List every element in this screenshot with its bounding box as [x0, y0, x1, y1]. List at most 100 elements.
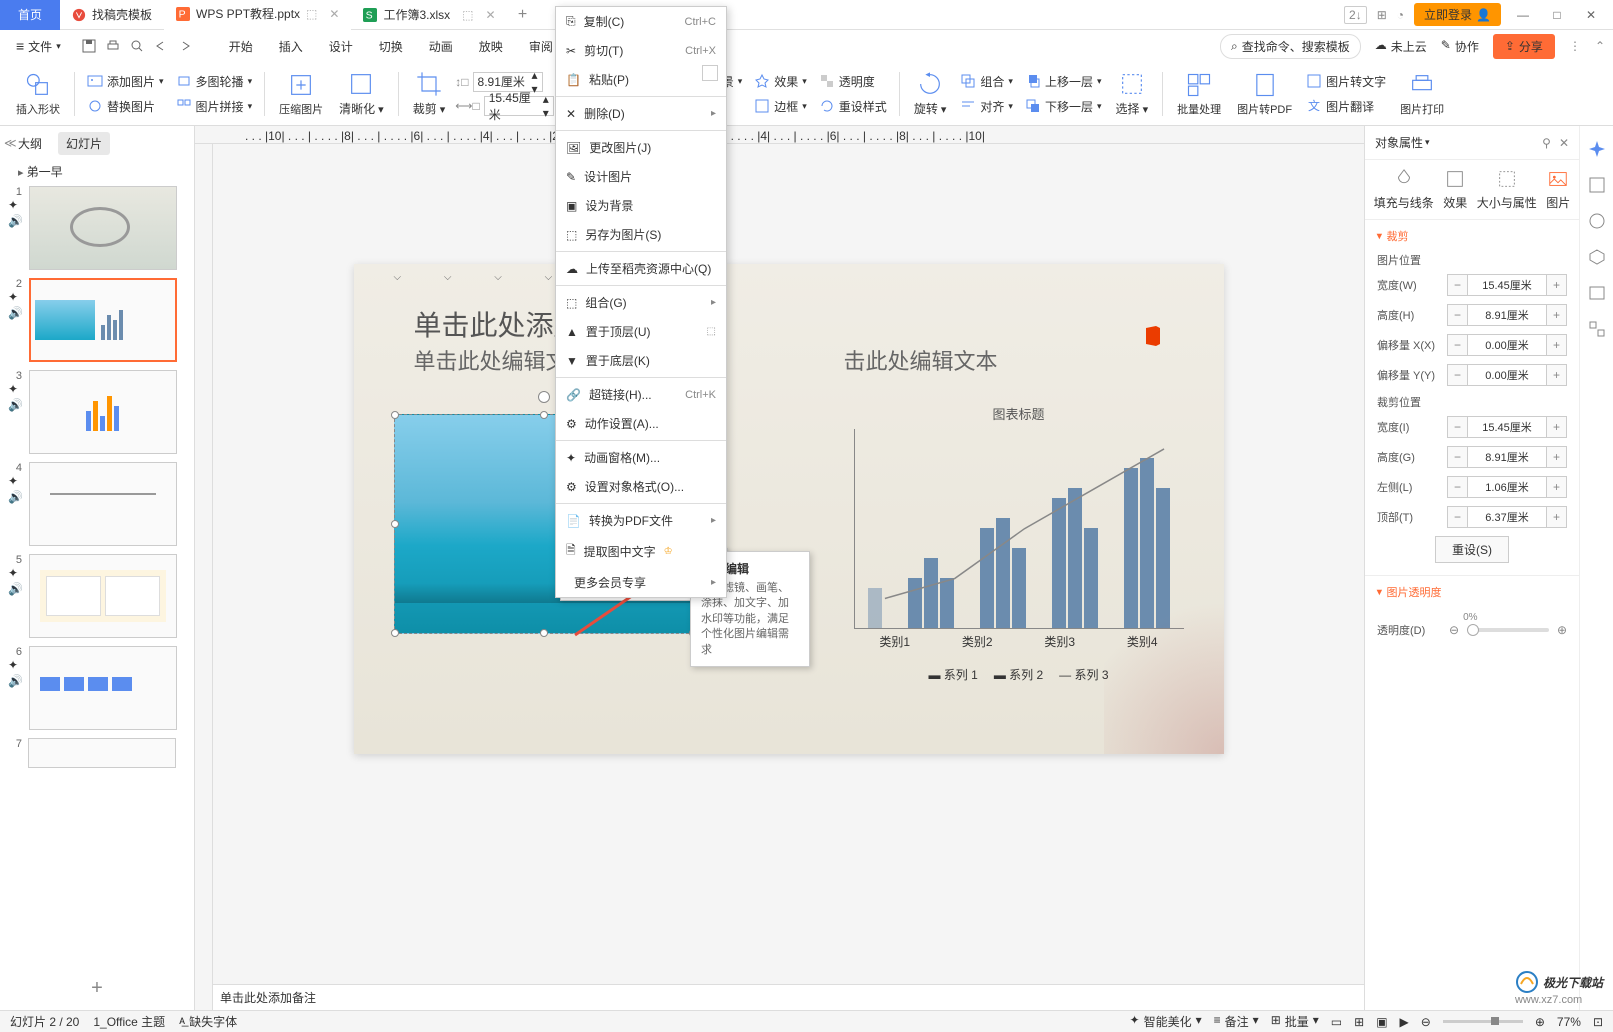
save-icon[interactable] [81, 38, 97, 54]
cm-copy[interactable]: ⎘复制(C)Ctrl+C [556, 7, 726, 36]
zoom-level[interactable]: 77% [1557, 1015, 1581, 1029]
rotation-handle[interactable] [538, 391, 550, 403]
close-icon[interactable]: ✕ [329, 7, 339, 21]
cloud-button[interactable]: ☁未上云 [1375, 38, 1427, 55]
grid-icon[interactable]: ⊞ [1377, 8, 1387, 22]
prop-tab-size[interactable]: 大小与属性 [1477, 168, 1537, 211]
close-button[interactable]: ✕ [1579, 8, 1603, 22]
collapse-panel-icon[interactable]: ≪ [4, 136, 17, 150]
batch-button[interactable]: ⊞ 批量 ▾ [1271, 1013, 1319, 1030]
cm-anim[interactable]: ✦动画窗格(M)... [556, 443, 726, 472]
slide-thumb-3[interactable]: 3✦🔊 [8, 370, 186, 454]
cm-design-pic[interactable]: ✎设计图片 [556, 162, 726, 191]
resize-handle-t[interactable] [540, 411, 548, 419]
skin-icon[interactable]: ◔ [1397, 8, 1404, 22]
collage-button[interactable]: 图片拼接▾ [172, 96, 257, 117]
share-button[interactable]: ⇪分享 [1493, 34, 1555, 59]
slide-thumb-7[interactable]: 7 [8, 738, 186, 768]
pin-icon[interactable]: ⚲ [1542, 136, 1551, 150]
cm-to-pdf[interactable]: 📄转换为PDF文件▸ [556, 506, 726, 535]
crop-group[interactable]: 裁剪 ▾ [407, 66, 452, 122]
up-layer-button[interactable]: 上移一层▾ [1021, 71, 1106, 92]
more-icon[interactable]: ⋮ [1569, 39, 1581, 53]
batch-group[interactable]: 批量处理 [1171, 66, 1227, 122]
zoom-out-icon[interactable]: ⊖ [1421, 1015, 1431, 1029]
cm-action[interactable]: ⚙动作设置(A)... [556, 409, 726, 438]
border-button[interactable]: 边框▾ [750, 96, 811, 117]
cm-send-back[interactable]: ▼置于底层(K) [556, 346, 726, 375]
view-reading-icon[interactable]: ▣ [1376, 1015, 1387, 1029]
slider-handle[interactable] [1467, 624, 1479, 636]
carousel-button[interactable]: 多图轮播▾ [172, 71, 257, 92]
width-input[interactable]: ⟷□15.45厘米▴▾ [455, 96, 553, 116]
file-menu[interactable]: ≡文件▾ [8, 34, 69, 59]
view-normal-icon[interactable]: ▭ [1331, 1015, 1342, 1029]
apps-icon[interactable]: 2↓ [1344, 6, 1367, 24]
cm-bring-front[interactable]: ▲置于顶层(U)⬚ [556, 317, 726, 346]
prop-tab-effect[interactable]: 效果 [1443, 168, 1467, 211]
view-sorter-icon[interactable]: ⊞ [1354, 1015, 1364, 1029]
top-input[interactable]: −6.37厘米+ [1447, 506, 1567, 528]
transparency-button[interactable]: 透明度 [815, 71, 891, 92]
notes-area[interactable]: ≡ 单击此处添加备注 [195, 984, 1364, 1010]
resize-handle-l[interactable] [391, 520, 399, 528]
cwidth-input[interactable]: −15.45厘米+ [1447, 416, 1567, 438]
minus-icon[interactable]: ⊖ [1449, 623, 1459, 637]
cm-more-vip[interactable]: 更多会员专享▸ [556, 568, 726, 597]
font-missing[interactable]: ᴀ̲缺失字体 [179, 1013, 237, 1030]
resize-handle-b[interactable] [540, 629, 548, 637]
crop-section-title[interactable]: 裁剪 [1377, 228, 1567, 244]
select-group[interactable]: 选择 ▾ [1110, 66, 1155, 122]
cheight-input[interactable]: −8.91厘米+ [1447, 446, 1567, 468]
preview-icon[interactable] [129, 38, 145, 54]
translate-button[interactable]: 文图片翻译 [1302, 96, 1390, 117]
add-slide-button[interactable]: + [0, 967, 194, 1010]
slide-thumb-2[interactable]: 2✦🔊 [8, 278, 186, 362]
undo-icon[interactable] [153, 38, 169, 54]
plus-icon[interactable]: ⊕ [1557, 623, 1567, 637]
format-icon[interactable] [1588, 176, 1606, 194]
prop-tab-fill[interactable]: 填充与线条 [1374, 168, 1434, 211]
down-layer-button[interactable]: 下移一层▾ [1021, 96, 1106, 117]
insert-shape-group[interactable]: 插入形状 [10, 66, 66, 122]
rotate-group[interactable]: 旋转 ▾ [908, 66, 953, 122]
template-icon[interactable] [1588, 284, 1606, 302]
slide-canvas[interactable]: ⌵ ⌵ ⌵ ⌵ 单击此处添加标题 单击此处编辑文本 击此处编辑文本 [354, 264, 1224, 754]
menu-tab-home[interactable]: 开始 [225, 32, 257, 61]
menu-tab-review[interactable]: 审阅 [525, 32, 557, 61]
replace-pic-button[interactable]: 替换图片 [83, 96, 168, 117]
tab-ppt[interactable]: P WPS PPT教程.pptx ⬚ ✕ [164, 0, 351, 30]
opacity-section-title[interactable]: 图片透明度 [1377, 584, 1567, 600]
view-slideshow-icon[interactable]: ▶ [1400, 1015, 1409, 1029]
compress-group[interactable]: 压缩图片 [273, 66, 329, 122]
effect-button[interactable]: 效果▾ [750, 71, 811, 92]
cm-hyperlink[interactable]: 🔗超链接(H)...Ctrl+K [556, 380, 726, 409]
left-input[interactable]: −1.06厘米+ [1447, 476, 1567, 498]
notes-button[interactable]: ≡ 备注 ▾ [1214, 1013, 1259, 1030]
combine-button[interactable]: 组合▾ [956, 71, 1017, 92]
cm-paste[interactable]: 📋粘贴(P) [556, 65, 726, 94]
cm-set-bg[interactable]: ▣设为背景 [556, 191, 726, 220]
redo-icon[interactable] [177, 38, 193, 54]
sparkle-icon[interactable] [1588, 140, 1606, 158]
coop-button[interactable]: ✎协作 [1441, 38, 1479, 55]
menu-tab-transition[interactable]: 切换 [375, 32, 407, 61]
width-input[interactable]: −15.45厘米+ [1447, 274, 1567, 296]
resize-handle-bl[interactable] [391, 629, 399, 637]
slide-subtitle-placeholder-2[interactable]: 击此处编辑文本 [844, 344, 998, 376]
slide-thumb-5[interactable]: 5✦🔊 [8, 554, 186, 638]
prop-tab-pic[interactable]: 图片 [1546, 168, 1570, 211]
tab-home[interactable]: 首页 [0, 0, 60, 30]
to-text-button[interactable]: 图片转文字 [1302, 71, 1390, 92]
cm-save-as-pic[interactable]: ⬚另存为图片(S) [556, 220, 726, 249]
login-button[interactable]: 立即登录👤 [1414, 3, 1501, 26]
maximize-button[interactable]: □ [1545, 8, 1569, 22]
cm-change-pic[interactable]: 🖼更改图片(J) [556, 133, 726, 162]
tab-xlsx[interactable]: S 工作簿3.xlsx ⬚ ✕ [351, 0, 507, 30]
clarity-group[interactable]: 清晰化 ▾ [333, 66, 390, 122]
menu-tab-insert[interactable]: 插入 [275, 32, 307, 61]
search-input[interactable]: ⌕查找命令、搜索模板 [1220, 34, 1361, 59]
print-group[interactable]: 图片打印 [1394, 66, 1450, 122]
slide-thumb-6[interactable]: 6✦🔊 [8, 646, 186, 730]
minimize-button[interactable]: — [1511, 8, 1535, 22]
